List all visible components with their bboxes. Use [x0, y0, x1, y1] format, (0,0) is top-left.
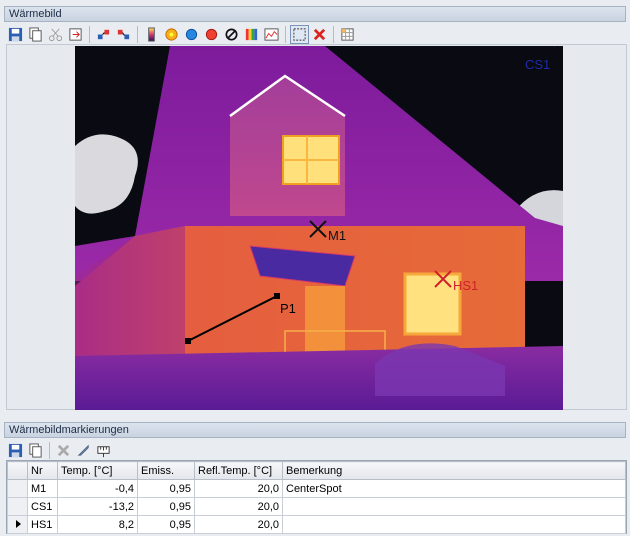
- markers-table-header: Nr Temp. [°C] Emiss. Refl.Temp. [°C] Bem…: [7, 461, 626, 480]
- cut-icon: [48, 28, 63, 41]
- cell-nr[interactable]: CS1: [27, 497, 58, 516]
- spot-cold-button[interactable]: [182, 25, 201, 44]
- histogram-icon: [264, 27, 279, 41]
- markers-toolbar: [6, 439, 113, 461]
- toolbar-separator: [285, 25, 286, 43]
- markers-copy-button[interactable]: [26, 441, 45, 460]
- col-header-temp[interactable]: Temp. [°C]: [57, 461, 138, 480]
- cell-note[interactable]: [282, 497, 626, 516]
- no-entry-icon: [225, 28, 238, 40]
- markers-save-button[interactable]: [6, 441, 25, 460]
- toolbar-separator: [137, 25, 138, 43]
- grid-button[interactable]: [338, 25, 357, 44]
- cell-temp[interactable]: -13,2: [57, 497, 138, 516]
- measure-icon: [97, 445, 110, 457]
- markers-panel-title: Wärmebildmarkierungen: [9, 424, 129, 436]
- palette-bar-button[interactable]: [142, 25, 161, 44]
- toolbar-separator: [49, 441, 50, 459]
- palette-bar-icon: [148, 26, 155, 42]
- col-header-nr[interactable]: Nr: [27, 461, 58, 480]
- spot-hot-icon: [165, 27, 178, 41]
- toolbar-separator: [89, 25, 90, 43]
- histogram-button[interactable]: [262, 25, 281, 44]
- cell-note[interactable]: CenterSpot: [282, 479, 626, 498]
- col-header-note[interactable]: Bemerkung: [282, 461, 626, 480]
- current-row-icon: [15, 519, 21, 528]
- row-selector[interactable]: [7, 497, 28, 516]
- markers-grid: Nr Temp. [°C] Emiss. Refl.Temp. [°C] Bem…: [6, 460, 627, 534]
- spot-hot-button[interactable]: [162, 25, 181, 44]
- cell-note[interactable]: [282, 515, 626, 534]
- copy-icon: [29, 442, 42, 458]
- delete-icon: [57, 444, 70, 456]
- marker-hs1-label: HS1: [453, 278, 478, 293]
- spot-red-icon: [205, 28, 218, 40]
- table-row[interactable]: M1 -0,4 0,95 20,0 CenterSpot: [7, 479, 626, 498]
- thermal-image[interactable]: P1 M1 HS1 CS1: [75, 46, 563, 410]
- no-entry-button[interactable]: [222, 25, 241, 44]
- cell-refl-temp[interactable]: 20,0: [194, 515, 283, 534]
- marker-p1-label: P1: [280, 301, 296, 316]
- export-icon: [69, 27, 82, 41]
- cut-button[interactable]: [46, 25, 65, 44]
- marker-cs1-label: CS1: [525, 57, 550, 72]
- col-header-emiss[interactable]: Emiss.: [137, 461, 195, 480]
- export-button[interactable]: [66, 25, 85, 44]
- cell-refl-temp[interactable]: 20,0: [194, 479, 283, 498]
- measure-line-end-handle[interactable]: [274, 293, 280, 299]
- row-selector[interactable]: [7, 479, 28, 498]
- marker-m1-label: M1: [328, 228, 346, 243]
- markers-pen-button[interactable]: [74, 441, 93, 460]
- spot-red-button[interactable]: [202, 25, 221, 44]
- toolbar-separator: [333, 25, 334, 43]
- grid-icon: [341, 27, 354, 41]
- table-row[interactable]: CS1 -13,2 0,95 20,0: [7, 497, 626, 516]
- cell-temp[interactable]: -0,4: [57, 479, 138, 498]
- cell-nr[interactable]: HS1: [27, 515, 58, 534]
- copy-button[interactable]: [26, 25, 45, 44]
- save-icon: [8, 443, 23, 457]
- delete-icon: [313, 28, 326, 40]
- move-marker-button[interactable]: [94, 25, 113, 44]
- spot-cold-icon: [185, 28, 198, 40]
- thermal-toolbar: [6, 23, 357, 45]
- cell-emiss[interactable]: 0,95: [137, 515, 195, 534]
- cell-emiss[interactable]: 0,95: [137, 497, 195, 516]
- selection-button[interactable]: [290, 24, 309, 44]
- cell-emiss[interactable]: 0,95: [137, 479, 195, 498]
- table-row[interactable]: HS1 8,2 0,95 20,0: [7, 515, 626, 534]
- pen-icon: [77, 444, 89, 456]
- measure-line-start-handle[interactable]: [185, 338, 191, 344]
- copy-icon: [29, 26, 42, 42]
- row-selector-header: [7, 461, 28, 480]
- markers-measure-button[interactable]: [94, 441, 113, 460]
- markers-table: Nr Temp. [°C] Emiss. Refl.Temp. [°C] Bem…: [7, 461, 626, 534]
- marker-settings-button[interactable]: [114, 25, 133, 44]
- row-selector-current[interactable]: [7, 515, 28, 534]
- col-header-refl-temp[interactable]: Refl.Temp. [°C]: [194, 461, 283, 480]
- selection-icon: [293, 27, 306, 41]
- cell-temp[interactable]: 8,2: [57, 515, 138, 534]
- thermal-panel-title: Wärmebild: [9, 8, 62, 20]
- palette-icon: [245, 28, 258, 40]
- thermal-panel-header: Wärmebild: [4, 6, 626, 22]
- markers-delete-button[interactable]: [54, 441, 73, 460]
- delete-button[interactable]: [310, 25, 329, 44]
- marker-settings-icon: [117, 29, 130, 39]
- save-icon: [8, 27, 23, 41]
- palette-button[interactable]: [242, 25, 261, 44]
- save-button[interactable]: [6, 25, 25, 44]
- cell-nr[interactable]: M1: [27, 479, 58, 498]
- cell-refl-temp[interactable]: 20,0: [194, 497, 283, 516]
- markers-panel-header: Wärmebildmarkierungen: [4, 422, 626, 438]
- move-marker-icon: [97, 29, 110, 39]
- lower-window: [403, 272, 462, 336]
